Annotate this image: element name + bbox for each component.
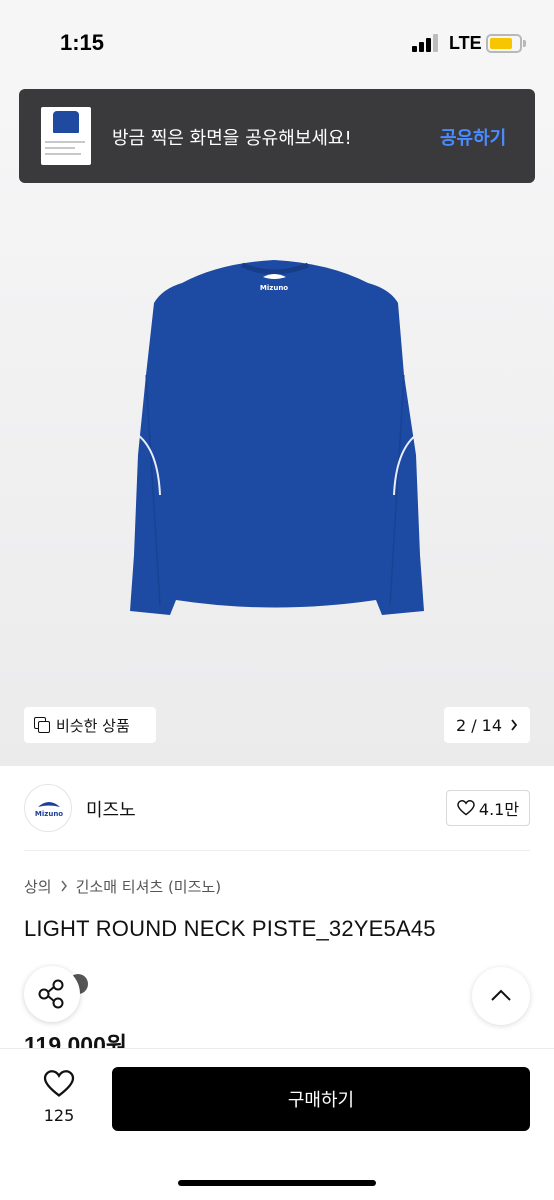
divider bbox=[24, 850, 530, 851]
product-title: LIGHT ROUND NECK PISTE_32YE5A45 bbox=[24, 916, 436, 941]
battery-tip bbox=[523, 40, 526, 47]
svg-text:Mizuno: Mizuno bbox=[35, 810, 63, 818]
home-indicator bbox=[178, 1180, 376, 1186]
scroll-top-button[interactable] bbox=[472, 967, 530, 1025]
breadcrumb-category[interactable]: 상의 bbox=[24, 876, 52, 897]
share-button[interactable] bbox=[24, 966, 80, 1022]
status-bar: 1:15 LTE bbox=[0, 0, 554, 88]
wishlist-button[interactable]: 125 bbox=[28, 1068, 90, 1130]
breadcrumb: 상의 긴소매 티셔츠 (미즈노) bbox=[24, 876, 221, 897]
breadcrumb-subcategory[interactable]: 긴소매 티셔츠 (미즈노) bbox=[76, 876, 221, 897]
heart-icon bbox=[457, 800, 475, 816]
brand-like-button[interactable]: 4.1만 bbox=[446, 790, 530, 826]
screenshot-thumbnail[interactable] bbox=[41, 107, 91, 165]
similar-products-button[interactable]: 비슷한 상품 bbox=[24, 707, 156, 743]
image-page-indicator[interactable]: 2 / 14 bbox=[444, 707, 530, 743]
toast-share-button[interactable]: 공유하기 bbox=[440, 124, 506, 150]
svg-text:Mizuno: Mizuno bbox=[260, 284, 288, 292]
wishlist-count: 125 bbox=[43, 1106, 75, 1125]
mizuno-logo-icon: Mizuno bbox=[35, 802, 63, 818]
buy-button[interactable]: 구매하기 bbox=[112, 1067, 530, 1131]
chevron-up-icon bbox=[491, 989, 511, 1001]
chevron-right-icon bbox=[61, 880, 67, 892]
page-indicator-text: 2 / 14 bbox=[455, 715, 503, 735]
product-price: 119,000원 bbox=[24, 1032, 128, 1048]
heart-icon bbox=[43, 1070, 75, 1097]
battery-icon bbox=[486, 34, 522, 53]
toast-message: 방금 찍은 화면을 공유해보세요! bbox=[112, 128, 352, 149]
status-time: 1:15 bbox=[60, 30, 105, 55]
chevron-right-icon bbox=[511, 719, 518, 731]
brand-like-count: 4.1만 bbox=[478, 800, 520, 819]
signal-icon bbox=[412, 34, 442, 52]
brand-name[interactable]: 미즈노 bbox=[86, 796, 136, 822]
product-shirt-image: Mizuno bbox=[130, 260, 424, 615]
similar-icon bbox=[34, 717, 50, 733]
similar-label: 비슷한 상품 bbox=[56, 716, 130, 735]
share-icon bbox=[38, 979, 64, 1009]
brand-logo[interactable]: Mizuno bbox=[24, 784, 72, 832]
network-type: LTE bbox=[449, 33, 482, 53]
